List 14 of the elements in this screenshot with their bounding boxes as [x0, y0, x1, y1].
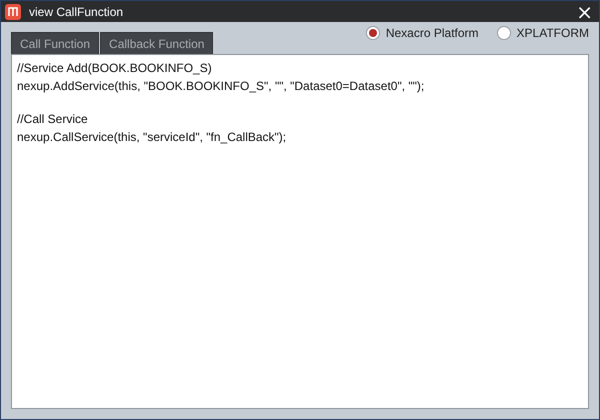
code-editor[interactable]: //Service Add(BOOK.BOOKINFO_S) nexup.AddService(this, "BOOK.BOOKINFO_S", "", "Dataset0=Dataset0", ""); //Call Service nexup.CallService(this, "serviceId", "fn_CallBack"); [11, 54, 589, 409]
close-button[interactable]: × [574, 2, 595, 20]
code-line: nexup.CallService(this, "serviceId", "fn_CallBack"); [17, 130, 288, 144]
code-line: //Call Service [17, 112, 89, 126]
radio-button[interactable] [366, 26, 380, 40]
radio-label: XPLATFORM [516, 26, 589, 40]
app-logo-icon [5, 4, 21, 20]
code-line: nexup.AddService(this, "BOOK.BOOKINFO_S", "", "Dataset0=Dataset0", ""); [17, 79, 426, 93]
tab[interactable]: Call Function [11, 32, 100, 54]
window-title: view CallFunction [29, 4, 124, 18]
radio-button[interactable] [496, 26, 511, 40]
tab[interactable]: Callback Function [100, 32, 214, 54]
code-line: //Service Add(BOOK.BOOKINFO_S) [17, 61, 213, 75]
radio-label: Nexacro Platform [386, 26, 479, 40]
